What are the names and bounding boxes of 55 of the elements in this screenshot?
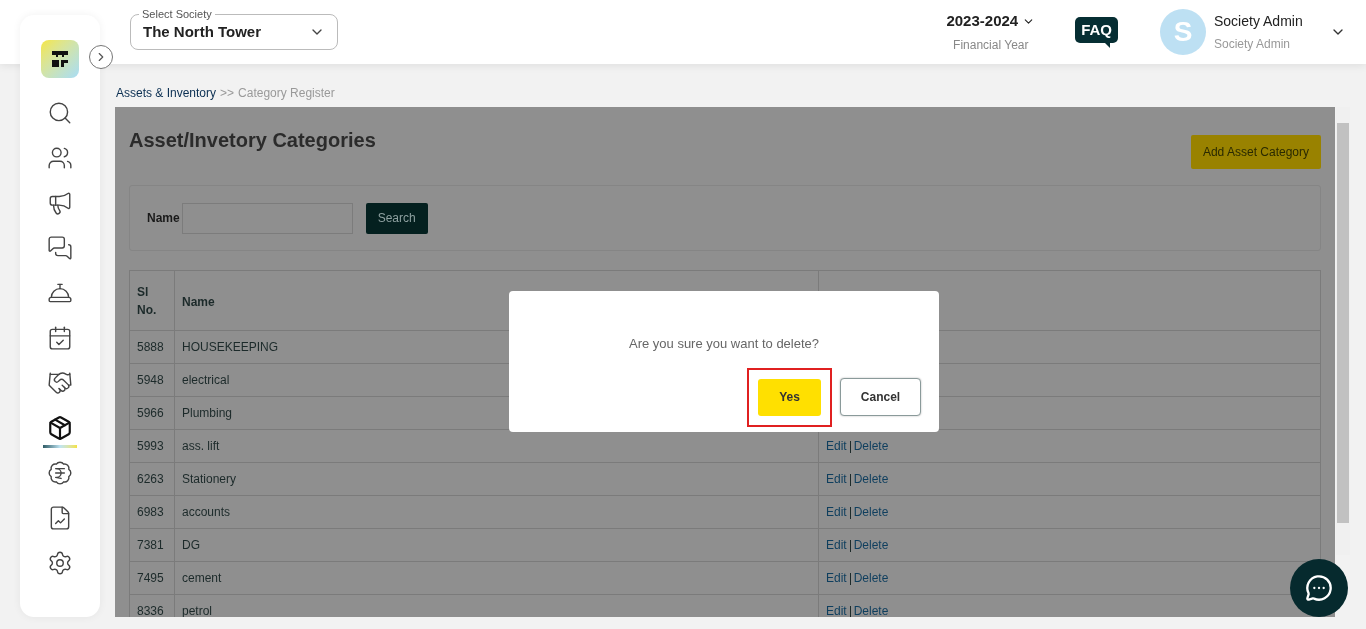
breadcrumb-current: Category Register <box>238 85 335 102</box>
breadcrumb-separator: >> <box>220 85 235 102</box>
year-select[interactable]: 2023-2024 <box>946 9 1036 33</box>
edit-link[interactable]: Edit <box>826 505 847 519</box>
user-role: Society Admin <box>1214 36 1292 53</box>
table-cell: 6263 <box>129 462 175 496</box>
chat-icon <box>1305 574 1333 602</box>
edit-link[interactable]: Edit <box>826 604 847 617</box>
table-cell: 7495 <box>129 561 175 595</box>
app-logo[interactable] <box>41 40 79 78</box>
column-header: Sl No. <box>129 270 175 331</box>
table-cell: 5888 <box>129 330 175 364</box>
dialog-message: Are you sure you want to delete? <box>628 335 820 353</box>
edit-link[interactable]: Edit <box>826 571 847 585</box>
search-icon <box>47 100 73 126</box>
breadcrumb-link[interactable]: Assets & Inventory <box>116 84 217 102</box>
page-title: Asset/Invetory Categories <box>129 128 376 153</box>
megaphone-icon <box>47 190 73 216</box>
handshake-icon <box>47 370 73 396</box>
sidebar-item[interactable] <box>42 415 78 449</box>
table-cell: 5966 <box>129 396 175 430</box>
table-cell: 7381 <box>129 528 175 562</box>
chat-bubbles-icon <box>47 235 73 261</box>
table-cell: 5993 <box>129 429 175 463</box>
society-name: The North Tower <box>143 21 262 42</box>
add-category-button[interactable]: Add Asset Category <box>1190 135 1321 169</box>
delete-link[interactable]: Delete <box>853 538 889 552</box>
table-cell: accounts <box>174 495 819 529</box>
table-cell: Stationery <box>174 462 819 496</box>
delete-link[interactable]: Delete <box>853 439 889 453</box>
table-cell: DG <box>174 528 819 562</box>
society-select-label: Select Society <box>139 7 215 21</box>
delete-link[interactable]: Delete <box>853 604 889 617</box>
people-icon <box>47 145 73 171</box>
settings-icon <box>47 550 73 576</box>
table-cell: 6983 <box>129 495 175 529</box>
edit-link[interactable]: Edit <box>826 538 847 552</box>
year-label: Financial Year <box>953 37 1029 55</box>
box-icon <box>47 415 73 441</box>
delete-link[interactable]: Delete <box>853 505 889 519</box>
name-label: Name <box>147 210 180 227</box>
delete-link[interactable]: Delete <box>853 472 889 486</box>
yes-button[interactable]: Yes <box>758 378 821 416</box>
rupee-icon <box>47 460 73 486</box>
user-name: Society Admin <box>1214 12 1304 31</box>
edit-link[interactable]: Edit <box>826 439 847 453</box>
table-cell: 8336 <box>129 594 175 617</box>
delete-link[interactable]: Delete <box>853 571 889 585</box>
cancel-button[interactable]: Cancel <box>840 378 921 416</box>
logo-icon <box>50 49 70 69</box>
edit-link[interactable]: Edit <box>826 472 847 486</box>
table-cell: 5948 <box>129 363 175 397</box>
table-cell: cement <box>174 561 819 595</box>
search-button[interactable]: Search <box>365 202 428 234</box>
calendar-icon <box>47 325 73 351</box>
